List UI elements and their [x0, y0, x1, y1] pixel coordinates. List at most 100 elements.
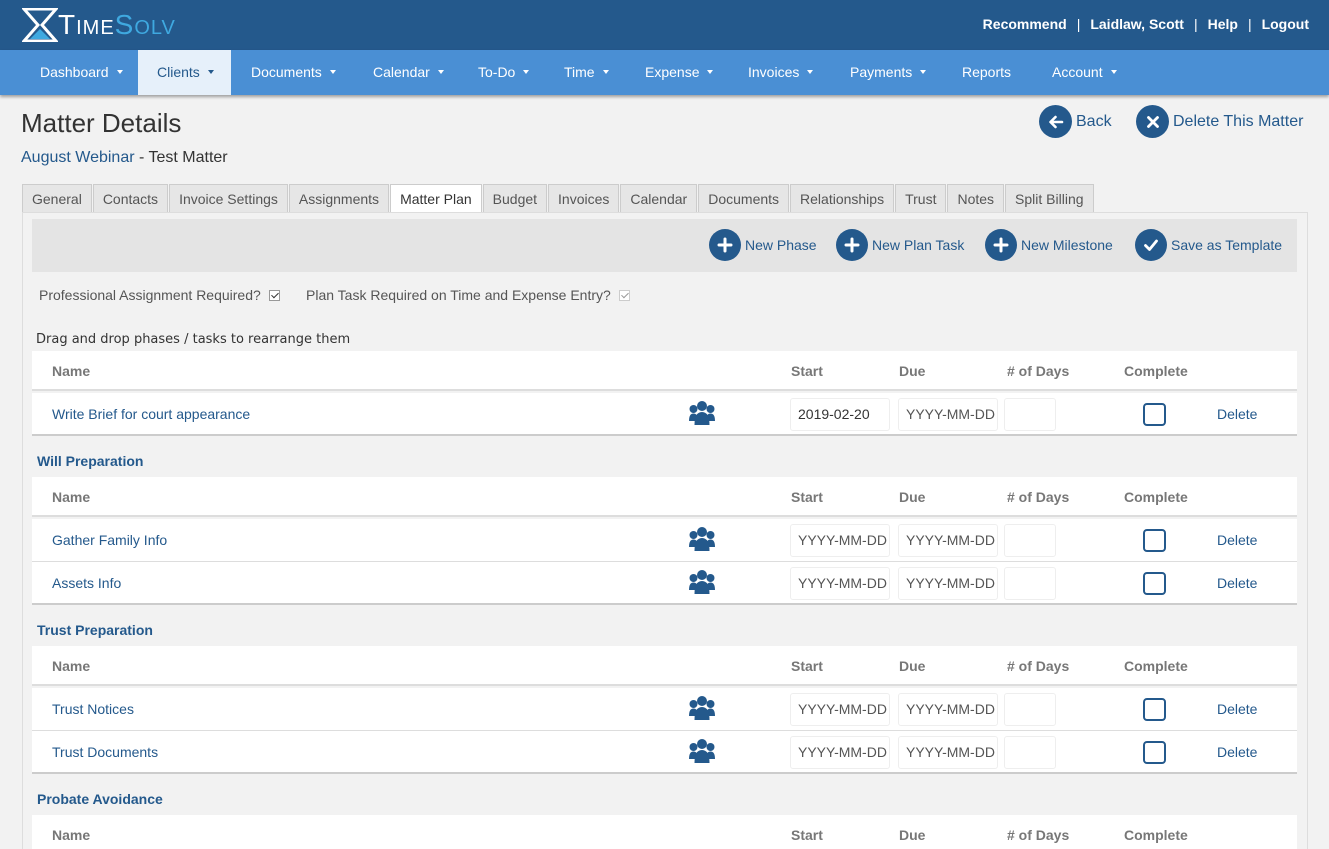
tab-split-billing[interactable]: Split Billing: [1005, 184, 1094, 212]
tab-invoice-settings[interactable]: Invoice Settings: [169, 184, 288, 212]
people-group-icon[interactable]: [688, 695, 716, 721]
prof-assignment-checkbox[interactable]: [268, 289, 280, 301]
task-name-link[interactable]: Trust Notices: [52, 701, 134, 717]
days-input[interactable]: [1004, 693, 1056, 726]
people-group-icon[interactable]: [688, 738, 716, 764]
nav-calendar[interactable]: Calendar: [373, 50, 444, 95]
phase-title[interactable]: Probate Avoidance: [37, 791, 163, 807]
logout-link[interactable]: Logout: [1262, 16, 1309, 32]
column-header-complete: Complete: [1124, 658, 1188, 674]
nav-todo[interactable]: To-Do: [478, 50, 530, 95]
chevron-down-icon: [707, 70, 714, 75]
tab-documents[interactable]: Documents: [698, 184, 790, 212]
hourglass-logo-icon: [22, 8, 58, 42]
tab-assignments[interactable]: Assignments: [288, 184, 390, 212]
due-date-input[interactable]: YYYY-MM-DD: [898, 524, 998, 557]
new-milestone-button[interactable]: New Milestone: [985, 227, 1113, 263]
nav-time[interactable]: Time: [564, 50, 609, 95]
nav-invoices[interactable]: Invoices: [748, 50, 814, 95]
plus-icon: [985, 229, 1017, 261]
complete-checkbox[interactable]: [1143, 572, 1166, 595]
people-group-icon[interactable]: [688, 526, 716, 552]
due-date-input[interactable]: YYYY-MM-DD: [898, 398, 998, 431]
task-row[interactable]: Gather Family Info YYYY-MM-DD YYYY-MM-DD De…: [32, 519, 1297, 562]
complete-checkbox[interactable]: [1143, 403, 1166, 426]
new-phase-button[interactable]: New Phase: [709, 227, 817, 263]
complete-checkbox[interactable]: [1143, 698, 1166, 721]
help-link[interactable]: Help: [1208, 16, 1238, 32]
timesolv-logo[interactable]: TimeSolv: [22, 8, 176, 42]
recommend-link[interactable]: Recommend: [983, 16, 1067, 32]
task-row[interactable]: Assets Info YYYY-MM-DD YYYY-MM-DD Delete: [32, 562, 1297, 605]
people-group-icon[interactable]: [688, 400, 716, 426]
days-input[interactable]: [1004, 524, 1056, 557]
prof-assignment-label: Professional Assignment Required?: [39, 287, 261, 303]
delete-task-link[interactable]: Delete: [1217, 532, 1257, 548]
column-header-start: Start: [791, 489, 823, 505]
phase-title[interactable]: Trust Preparation: [37, 622, 153, 638]
people-group-icon[interactable]: [688, 569, 716, 595]
column-header-complete: Complete: [1124, 489, 1188, 505]
column-header-name: Name: [52, 489, 91, 505]
delete-task-link[interactable]: Delete: [1217, 744, 1257, 760]
task-row[interactable]: Trust Notices YYYY-MM-DD YYYY-MM-DD Delete: [32, 688, 1297, 731]
nav-payments[interactable]: Payments: [850, 50, 927, 95]
back-label: Back: [1076, 112, 1112, 130]
start-date-input[interactable]: YYYY-MM-DD: [790, 693, 890, 726]
tab-contacts[interactable]: Contacts: [92, 184, 169, 212]
column-header-name: Name: [52, 658, 91, 674]
delete-matter-label: Delete This Matter: [1173, 112, 1304, 130]
nav-clients[interactable]: Clients: [138, 50, 231, 95]
tab-budget[interactable]: Budget: [482, 184, 548, 212]
column-header-start: Start: [791, 658, 823, 674]
start-date-input[interactable]: YYYY-MM-DD: [790, 736, 890, 769]
tab-notes[interactable]: Notes: [947, 184, 1005, 212]
client-link[interactable]: August Webinar: [21, 149, 135, 166]
start-date-input[interactable]: YYYY-MM-DD: [790, 567, 890, 600]
column-header-days: # of Days: [1007, 489, 1070, 505]
tab-matter-plan[interactable]: Matter Plan: [390, 184, 482, 213]
task-name-link[interactable]: Gather Family Info: [52, 532, 167, 548]
new-plan-task-button[interactable]: New Plan Task: [836, 227, 964, 263]
task-name-link[interactable]: Trust Documents: [52, 744, 158, 760]
due-date-input[interactable]: YYYY-MM-DD: [898, 567, 998, 600]
tab-trust[interactable]: Trust: [895, 184, 947, 212]
tab-relationships[interactable]: Relationships: [790, 184, 895, 212]
tab-invoices[interactable]: Invoices: [548, 184, 620, 212]
complete-checkbox[interactable]: [1143, 529, 1166, 552]
tab-calendar[interactable]: Calendar: [620, 184, 698, 212]
nav-documents[interactable]: Documents: [251, 50, 336, 95]
user-name-link[interactable]: Laidlaw, Scott: [1090, 16, 1184, 32]
nav-dashboard[interactable]: Dashboard: [0, 50, 138, 95]
column-header-name: Name: [52, 827, 91, 843]
nav-expense[interactable]: Expense: [645, 50, 714, 95]
days-input[interactable]: [1004, 567, 1056, 600]
days-input[interactable]: [1004, 736, 1056, 769]
task-row[interactable]: Trust Documents YYYY-MM-DD YYYY-MM-DD Delet…: [32, 731, 1297, 774]
arrow-left-icon: [1039, 105, 1072, 138]
tab-general[interactable]: General: [22, 184, 92, 212]
plan-task-required-checkbox[interactable]: [618, 289, 630, 301]
brand-name: TimeSolv: [58, 8, 176, 42]
due-date-input[interactable]: YYYY-MM-DD: [898, 736, 998, 769]
phase-title[interactable]: Will Preparation: [37, 453, 143, 469]
due-date-input[interactable]: YYYY-MM-DD: [898, 693, 998, 726]
table-header: Name Start Due # of Days Complete: [32, 477, 1297, 517]
delete-matter-button[interactable]: Delete This Matter: [1136, 105, 1303, 138]
column-header-days: # of Days: [1007, 658, 1070, 674]
task-row[interactable]: Write Brief for court appearance 2019-02-…: [32, 393, 1297, 436]
delete-task-link[interactable]: Delete: [1217, 406, 1257, 422]
delete-task-link[interactable]: Delete: [1217, 575, 1257, 591]
save-as-template-button[interactable]: Save as Template: [1135, 227, 1282, 263]
nav-reports[interactable]: Reports: [962, 50, 1011, 95]
task-name-link[interactable]: Write Brief for court appearance: [52, 406, 250, 422]
back-button[interactable]: Back: [1039, 105, 1112, 138]
start-date-input[interactable]: 2019-02-20: [790, 398, 890, 431]
delete-task-link[interactable]: Delete: [1217, 701, 1257, 717]
task-name-link[interactable]: Assets Info: [52, 575, 121, 591]
chevron-down-icon: [807, 70, 814, 75]
nav-account[interactable]: Account: [1052, 50, 1117, 95]
days-input[interactable]: [1004, 398, 1056, 431]
start-date-input[interactable]: YYYY-MM-DD: [790, 524, 890, 557]
complete-checkbox[interactable]: [1143, 741, 1166, 764]
